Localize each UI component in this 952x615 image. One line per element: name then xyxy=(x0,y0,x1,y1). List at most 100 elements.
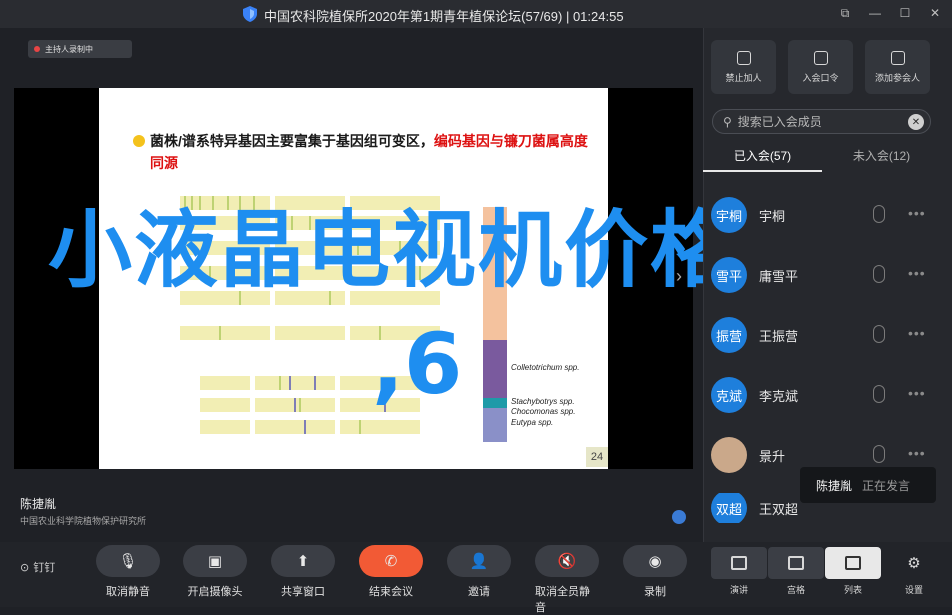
control-label: 共享窗口 xyxy=(281,586,325,598)
control-label: 取消静音 xyxy=(106,586,150,598)
button-label: 添加参会人 xyxy=(874,72,920,83)
lock-meeting-button[interactable]: 禁止加人 xyxy=(711,40,776,94)
legend-bar-purple xyxy=(483,340,507,398)
record-button[interactable]: ◉ 录制 xyxy=(623,545,687,599)
mic-off-icon[interactable] xyxy=(873,385,885,403)
window-title: 中国农科院植保所2020年第1期青年植保论坛(57/69) | 01:24:55 xyxy=(264,9,624,24)
search-icon: ⚲ xyxy=(723,114,732,129)
share-icon: ⬆ xyxy=(296,553,310,570)
control-label: 取消全员静音 xyxy=(535,586,590,614)
record-icon: ◉ xyxy=(648,553,662,570)
tooltip-name: 陈捷胤 xyxy=(816,478,853,493)
mute-all-icon: 🔇 xyxy=(557,553,577,570)
speaker-view-icon xyxy=(731,556,747,570)
tab-joined[interactable]: 已入会(57) xyxy=(703,142,822,172)
tooltip-status: 正在发言 xyxy=(862,478,911,493)
speaker-badge-icon xyxy=(672,510,686,524)
legend-bar-blue xyxy=(483,408,507,442)
speaker-view-button[interactable]: 演讲 xyxy=(711,547,767,596)
member-row[interactable]: 宇桐 宇桐 ••• xyxy=(711,193,941,237)
more-icon[interactable]: ••• xyxy=(908,445,926,461)
avatar: 雪平 xyxy=(711,257,747,293)
recording-label: 主持人录制中 xyxy=(45,44,93,54)
clear-icon[interactable]: ✕ xyxy=(908,114,924,130)
view-label: 宫格 xyxy=(786,585,805,595)
view-label: 设置 xyxy=(904,585,923,595)
lock-icon xyxy=(736,50,751,65)
share-window-button[interactable]: ⬆ 共享窗口 xyxy=(271,545,335,599)
add-user-icon xyxy=(890,50,905,65)
slide-title: 菌株/谱系特异基因主要富集于基因组可变区，编码基因与镰刀菌属高度同源 xyxy=(150,130,590,174)
mic-off-icon[interactable] xyxy=(873,205,885,223)
avatar: 双超 xyxy=(711,493,747,523)
control-label: 开启摄像头 xyxy=(187,586,243,598)
chevron-right-icon[interactable]: › xyxy=(676,266,682,287)
view-label: 列表 xyxy=(843,585,862,595)
mic-off-icon[interactable] xyxy=(873,265,885,283)
pin-label: 钉钉 xyxy=(33,562,56,574)
list-view-icon xyxy=(845,556,861,570)
speaker-name: 陈捷胤 xyxy=(20,497,57,511)
speaking-tooltip: 陈捷胤 正在发言 xyxy=(800,467,936,503)
minimize-icon[interactable]: — xyxy=(866,4,884,22)
more-icon[interactable]: ••• xyxy=(908,325,926,341)
control-label: 结束会议 xyxy=(369,586,413,598)
member-row[interactable]: 克斌 李克斌 ••• xyxy=(711,373,941,417)
avatar: 克斌 xyxy=(711,377,747,413)
overlay-text: 小液晶电视机价格 xyxy=(48,201,737,299)
grid-view-button[interactable]: 宫格 xyxy=(768,547,824,596)
list-view-button[interactable]: 列表 xyxy=(825,547,881,596)
close-icon[interactable]: ✕ xyxy=(926,4,944,22)
member-row[interactable]: 雪平 庸雪平 ••• xyxy=(711,253,941,297)
mute-all-button[interactable]: 🔇 取消全员静音 xyxy=(535,545,599,615)
invite-button[interactable]: 👤 邀请 xyxy=(447,545,511,599)
more-icon[interactable]: ••• xyxy=(908,205,926,221)
member-name: 王振营 xyxy=(759,328,799,344)
camera-button[interactable]: ▣ 开启摄像头 xyxy=(183,545,247,599)
recording-badge: 主持人录制中 xyxy=(28,40,132,58)
more-icon[interactable]: ••• xyxy=(908,265,926,281)
legend-item: Eutypa spp. xyxy=(511,418,554,427)
avatar: 振营 xyxy=(711,317,747,353)
title-bar: 中国农科院植保所2020年第1期青年植保论坛(57/69) | 01:24:55… xyxy=(0,0,952,28)
add-participant-button[interactable]: 添加参会人 xyxy=(865,40,930,94)
member-name: 庸雪平 xyxy=(759,268,799,284)
mic-icon: 🎙 xyxy=(118,553,138,570)
unmute-button[interactable]: 🎙 取消静音 xyxy=(96,545,160,599)
view-label: 演讲 xyxy=(729,585,748,595)
meeting-password-button[interactable]: 入会口令 xyxy=(788,40,853,94)
tab-not-joined[interactable]: 未入会(12) xyxy=(822,142,941,172)
settings-button[interactable]: ⚙ 设置 xyxy=(886,547,942,596)
member-row[interactable]: 振营 王振营 ••• xyxy=(711,313,941,357)
member-name: 宇桐 xyxy=(759,208,786,224)
legend-item: Stachybotrys spp. xyxy=(511,397,575,406)
invite-icon: 👤 xyxy=(469,553,489,570)
pin-icon: ⊙ xyxy=(20,561,30,574)
camera-icon: ▣ xyxy=(207,553,223,570)
search-placeholder: 搜索已入会成员 xyxy=(737,115,822,129)
speaker-org: 中国农业科学院植物保护研究所 xyxy=(20,516,147,526)
mic-off-icon[interactable] xyxy=(873,445,885,463)
grid-view-icon xyxy=(788,556,804,570)
button-label: 入会口令 xyxy=(802,72,839,83)
avatar: 宇桐 xyxy=(711,197,747,233)
button-label: 禁止加人 xyxy=(725,72,762,83)
slide-title-black: 菌株/谱系特异基因主要富集于基因组可变区， xyxy=(150,133,434,149)
slide-page-number: 24 xyxy=(586,447,608,467)
restore-icon[interactable]: ⧉ xyxy=(836,4,854,22)
pin-button[interactable]: ⊙ 钉钉 xyxy=(20,559,55,575)
avatar-photo xyxy=(711,437,747,473)
legend-item: Chocomonas spp. xyxy=(511,407,576,416)
overlay-text-2: ,6 xyxy=(372,315,463,413)
more-icon[interactable]: ••• xyxy=(908,385,926,401)
end-meeting-button[interactable]: ✆ 结束会议 xyxy=(359,545,423,599)
mic-off-icon[interactable] xyxy=(873,325,885,343)
control-label: 录制 xyxy=(644,586,666,598)
maximize-icon[interactable]: ☐ xyxy=(896,4,914,22)
legend-bar-teal xyxy=(483,398,507,408)
member-search[interactable]: ⚲ 搜索已入会成员 ✕ xyxy=(712,109,931,134)
record-dot-icon xyxy=(34,46,40,52)
hangup-icon: ✆ xyxy=(384,553,398,570)
shield-icon xyxy=(243,6,257,22)
member-name: 王双超 xyxy=(759,501,799,517)
